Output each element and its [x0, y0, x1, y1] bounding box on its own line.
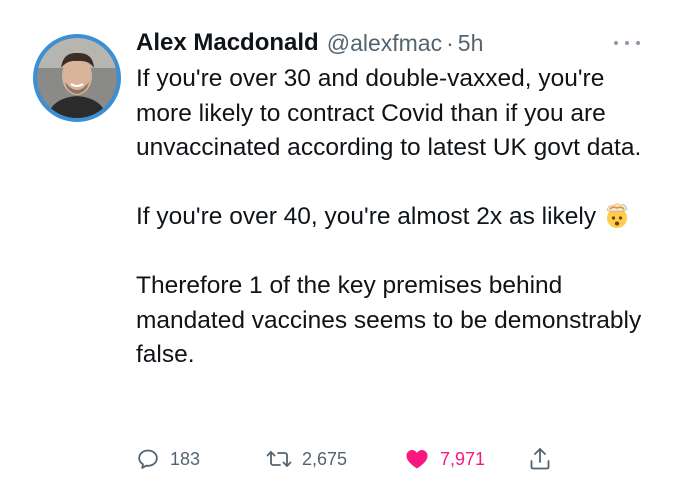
timestamp[interactable]: 5h — [458, 30, 484, 57]
heart-icon — [406, 450, 428, 469]
reply-button[interactable]: 183 — [136, 444, 200, 474]
author-name[interactable]: Alex Macdonald — [136, 29, 319, 57]
exploding-head-emoji — [603, 201, 631, 229]
more-dot — [625, 41, 629, 45]
tweet-paragraph-2-text: If you're over 40, you're almost 2x as l… — [136, 203, 597, 230]
tweet-paragraph-1: If you're over 30 and double-vaxxed, you… — [136, 65, 642, 161]
reply-count: 183 — [170, 448, 201, 469]
separator-dot: · — [446, 29, 454, 56]
reply-icon — [138, 449, 158, 469]
like-count: 7,971 — [440, 448, 486, 469]
retweet-icon — [266, 451, 292, 467]
more-icon[interactable] — [614, 38, 640, 48]
like-button[interactable]: 7,971 — [404, 444, 485, 474]
share-icon — [530, 448, 550, 470]
tweet-paragraph-3: Therefore 1 of the key premises behind m… — [136, 272, 642, 368]
tweet-header: Alex Macdonald @alexfmac · 5h — [136, 28, 656, 58]
tweet-paragraph-2: If you're over 40, you're almost 2x as l… — [136, 200, 656, 235]
share-button[interactable] — [528, 444, 552, 474]
author-handle[interactable]: @alexfmac — [327, 30, 442, 57]
avatar-photo — [37, 38, 117, 118]
more-dot — [636, 41, 640, 45]
retweet-button[interactable]: 2,675 — [266, 444, 347, 474]
more-dot — [614, 41, 618, 45]
avatar[interactable] — [33, 34, 121, 122]
retweet-count: 2,675 — [302, 448, 348, 469]
tweet-actions: 183 2,675 7,971 — [136, 444, 616, 474]
tweet[interactable]: Alex Macdonald @alexfmac · 5h If you're … — [0, 0, 680, 489]
tweet-text: If you're over 30 and double-vaxxed, you… — [136, 62, 656, 373]
